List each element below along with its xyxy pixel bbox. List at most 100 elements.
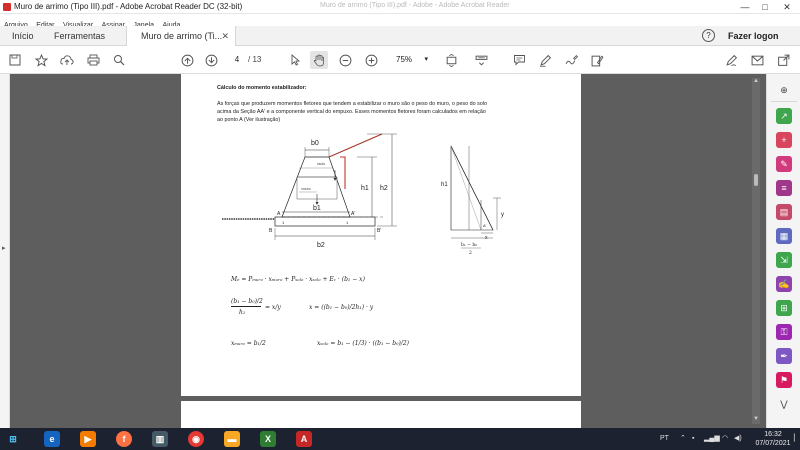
network-icon[interactable]: ▂▄▆ [704,428,720,450]
search-icon[interactable] [110,51,128,69]
more-tools-icon[interactable]: ⋁ [776,396,792,412]
label-B: B [269,228,273,234]
tab-document-label: Muro de arrimo (Ti... [141,31,223,41]
acrobat-taskbar-icon[interactable]: A [296,431,312,447]
label-xmuro: xmuro [301,187,311,191]
comment-icon[interactable] [510,51,528,69]
tab-home[interactable]: Início [12,26,34,46]
mail-icon[interactable] [748,51,766,69]
tray-chevron-icon[interactable]: ⌃ [680,428,686,450]
label-one-right: 1 [346,220,349,225]
tri-label-A-prime: A' [483,223,487,228]
zoom-out-icon[interactable] [336,51,354,69]
zoom-tool-icon[interactable]: ⊕ [776,82,792,98]
firefox-icon[interactable]: f [116,431,132,447]
triangle-diagram: h1 y x A' b₁ − b₀ 2 [441,145,504,256]
printer-app-icon[interactable]: ▥ [152,431,168,447]
hand-tool-icon[interactable] [310,51,328,69]
minimize-button[interactable]: — [736,0,754,14]
share-icon[interactable] [774,51,792,69]
zoom-dropdown[interactable]: 75% ▾ [390,53,430,67]
highlight-pen-icon[interactable] [536,51,554,69]
create-pdf-icon[interactable]: + [776,132,792,148]
compress-pdf-icon[interactable]: ⇲ [776,252,792,268]
chevron-down-icon: ▾ [424,56,428,63]
fill-sign-tool-icon[interactable]: ✍ [776,276,792,292]
login-button[interactable]: Fazer logon [728,26,779,46]
paragraph-line-3: ao ponto A (Ver ilustração) [217,117,281,123]
tab-document[interactable]: Muro de arrimo (Ti... ✕ [126,26,236,46]
window-title: Muro de arrimo (Tipo III).pdf - Adobe Ac… [14,2,243,11]
star-icon[interactable] [32,51,50,69]
label-b2: b2 [317,242,325,249]
tri-label-h1: h1 [441,182,448,188]
protect-icon[interactable]: ⚿ [776,324,792,340]
page-number-input[interactable]: 4 [230,53,244,67]
paragraph-line-1: As forças que produzem momentos fletores… [217,101,487,107]
scroll-mode-icon[interactable] [472,51,490,69]
scroll-up-icon[interactable]: ▲ [752,78,760,84]
window-title-faded: Muro de arrimo (Tipo III).pdf - Adobe - … [320,2,510,9]
draw-icon[interactable] [562,51,580,69]
fill-sign-icon[interactable] [588,51,606,69]
upload-cloud-icon[interactable] [58,51,76,69]
organize-pages-icon[interactable]: ▦ [776,228,792,244]
formula-moment: Mₑ = Pₘᵤᵣₒ · xₘᵤᵣₒ + Pₛₒₗₒ · xₛₒₗₒ + Eᵥ … [231,276,365,283]
left-panel-toggle[interactable]: ▸ [0,74,10,428]
label-b1: b1 [313,205,321,212]
tab-tools[interactable]: Ferramentas [54,26,105,46]
print-icon[interactable] [84,51,102,69]
export-pdf-icon[interactable]: ↗ [776,108,792,124]
tab-close-icon[interactable]: ✕ [221,26,229,46]
scan-ocr-icon[interactable]: ⊞ [776,300,792,316]
clock[interactable]: 16:32 07/07/2021 [752,430,794,448]
right-tools-panel: ⊕ ↗ + ✎ ≡ ▤ ▦ ⇲ ✍ ⊞ ⚿ ✒ ⚑ ⋁ [766,74,800,428]
help-icon[interactable]: ? [702,29,715,42]
page-fit-icon[interactable] [442,51,460,69]
formula-ratio-rhs: = x/y [265,304,281,311]
next-page-icon[interactable] [202,51,220,69]
volume-icon[interactable]: ◀) [734,428,742,450]
tray-app-icon[interactable]: ▪ [692,428,694,450]
label-xsolo: xsolo [317,162,325,166]
send-for-review-icon[interactable]: ⚑ [776,372,792,388]
start-windows-icon[interactable]: ⊞ [4,431,22,447]
file-explorer-icon[interactable]: ▬ [224,431,240,447]
label-A: A [277,211,281,217]
tri-frac-num: b₁ − b₀ [461,242,477,248]
select-cursor-icon[interactable] [286,51,304,69]
chrome-icon[interactable]: ◉ [188,431,204,447]
sign-icon[interactable] [722,51,740,69]
pdf-page: Cálculo do momento estabilizador: As for… [181,74,581,396]
scroll-down-icon[interactable]: ▼ [752,416,760,422]
label-B-prime: B' [377,228,381,234]
formula-xsolo: xₛₒₗₒ = b₁ − (1/3) · ((b₁ − b₀)/2) [317,340,410,347]
menu-bar: Arquivo Editar Visualizar Assinar Janela… [0,14,800,29]
title-bar: Muro de arrimo (Tipo III).pdf - Adobe Ac… [0,0,800,14]
label-h2: h2 [380,185,388,192]
redact-icon[interactable]: ✒ [776,348,792,364]
tab-bar: Início Ferramentas Muro de arrimo (Ti...… [0,26,800,46]
save-icon[interactable] [6,51,24,69]
formula-x: x = ((b₁ − b₀)/2h₁) · y [309,304,374,311]
clock-date: 07/07/2021 [755,440,791,447]
edit-pdf-icon[interactable]: ✎ [776,156,792,172]
close-window-button[interactable]: ✕ [778,0,796,14]
zoom-in-icon[interactable] [362,51,380,69]
wifi-icon[interactable]: ◠ [722,428,728,450]
maximize-button[interactable]: □ [756,0,774,14]
notification-icon[interactable]: ▏ [794,428,799,450]
combine-files-icon[interactable]: ▤ [776,204,792,220]
vertical-scrollbar[interactable]: ▲ ▼ [752,78,760,424]
zoom-value: 75% [396,55,413,64]
language-indicator[interactable]: PT [660,428,669,450]
tri-label-y: y [501,212,504,218]
scrollbar-thumb[interactable] [754,174,758,186]
excel-icon[interactable]: X [260,431,276,447]
ie-browser-icon[interactable]: e [44,431,60,447]
page-total: / 13 [248,55,262,64]
media-player-icon[interactable]: ▶ [80,431,96,447]
comment-tool-icon[interactable]: ≡ [776,180,792,196]
previous-page-icon[interactable] [178,51,196,69]
clock-time: 16:32 [764,431,782,438]
